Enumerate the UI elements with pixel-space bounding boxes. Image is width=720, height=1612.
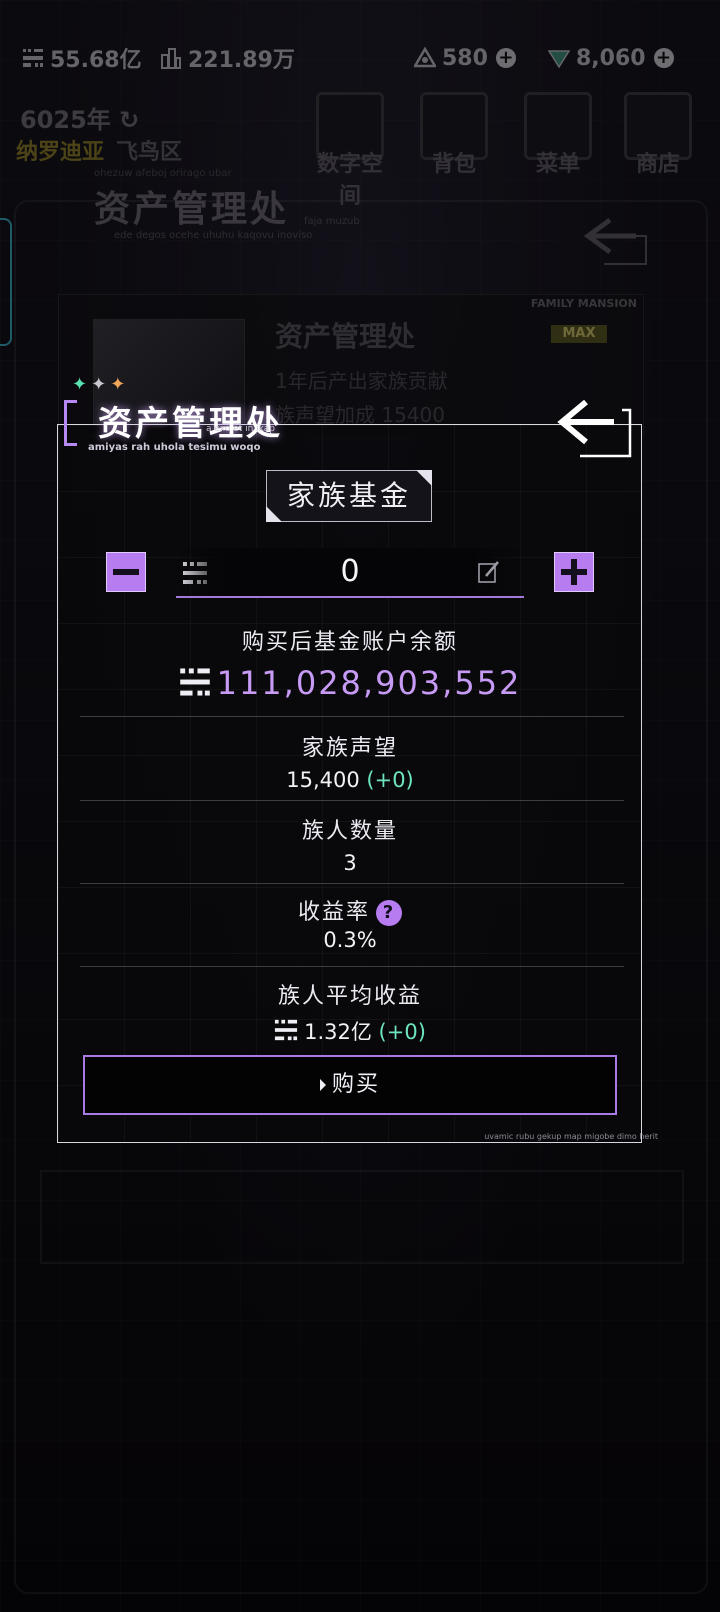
reputation-delta: (+0) (366, 768, 414, 792)
avg-income-row: 1.32亿 (+0) (64, 1016, 636, 1046)
members-section: 族人数量 3 (64, 813, 636, 875)
reputation-value: 15,400 (286, 768, 360, 792)
back-button[interactable] (556, 398, 634, 460)
star-icon: ✦ (72, 374, 92, 395)
avg-income-section: 族人平均收益 1.32亿 (+0) (64, 978, 636, 1046)
balance-label: 购买后基金账户余额 (241, 630, 458, 655)
dialog-footer-text: uvamic rubu gekup map migobe dimo herit (484, 1132, 658, 1141)
avg-income-value: 1.32亿 (304, 1020, 372, 1044)
decrease-button[interactable] (106, 552, 146, 592)
edit-icon[interactable] (478, 560, 500, 584)
amount-input[interactable]: 0 (176, 548, 524, 598)
balance-section: 购买后基金账户余额 (64, 624, 636, 656)
buy-button-label: 购买 (331, 1072, 380, 1097)
corner-accent (266, 506, 282, 522)
help-icon[interactable]: ? (376, 900, 402, 926)
avg-income-delta: (+0) (378, 1020, 426, 1044)
tab-family-fund[interactable]: 家族基金 (266, 470, 432, 522)
balance-value: 111,028,903,552 (216, 664, 522, 702)
yield-value: 0.3% (323, 928, 377, 952)
divider (80, 800, 624, 801)
dialog-subtitle: amiyas rah uhola tesimu woqo (88, 442, 261, 453)
currency-icon (275, 1019, 298, 1041)
rating-stars: ✦✦✦ (72, 374, 129, 395)
members-label: 族人数量 (301, 819, 398, 844)
tab-family-fund-label: 家族基金 (286, 479, 411, 512)
yield-section: 收益率? 0.3% (64, 894, 636, 952)
divider (80, 716, 624, 717)
reputation-label: 家族声望 (301, 736, 398, 761)
star-icon: ✦ (91, 374, 111, 395)
avg-income-label: 族人平均收益 (277, 984, 422, 1009)
dialog-subtitle-small: a exo et in ikap (206, 424, 275, 434)
increase-button[interactable] (554, 552, 594, 592)
dialog-title: 资产管理处 (98, 404, 283, 444)
title-bracket (64, 400, 77, 446)
buy-button[interactable]: 购买 (83, 1055, 617, 1115)
currency-icon (179, 668, 210, 696)
amount-stepper: 0 (106, 548, 594, 598)
yield-label-row: 收益率? (64, 894, 636, 926)
corner-accent (416, 470, 432, 486)
play-arrow-icon (319, 1079, 326, 1091)
yield-label: 收益率 (297, 900, 370, 925)
divider (80, 966, 624, 967)
divider (80, 883, 624, 884)
amount-value: 0 (340, 554, 360, 589)
balance-value-row: 111,028,903,552 (64, 664, 636, 702)
members-value: 3 (343, 851, 357, 875)
star-icon: ✦ (110, 374, 130, 395)
reputation-row: 15,400 (+0) (64, 768, 636, 792)
reputation-section: 家族声望 15,400 (+0) (64, 730, 636, 792)
minus-icon (113, 569, 139, 575)
